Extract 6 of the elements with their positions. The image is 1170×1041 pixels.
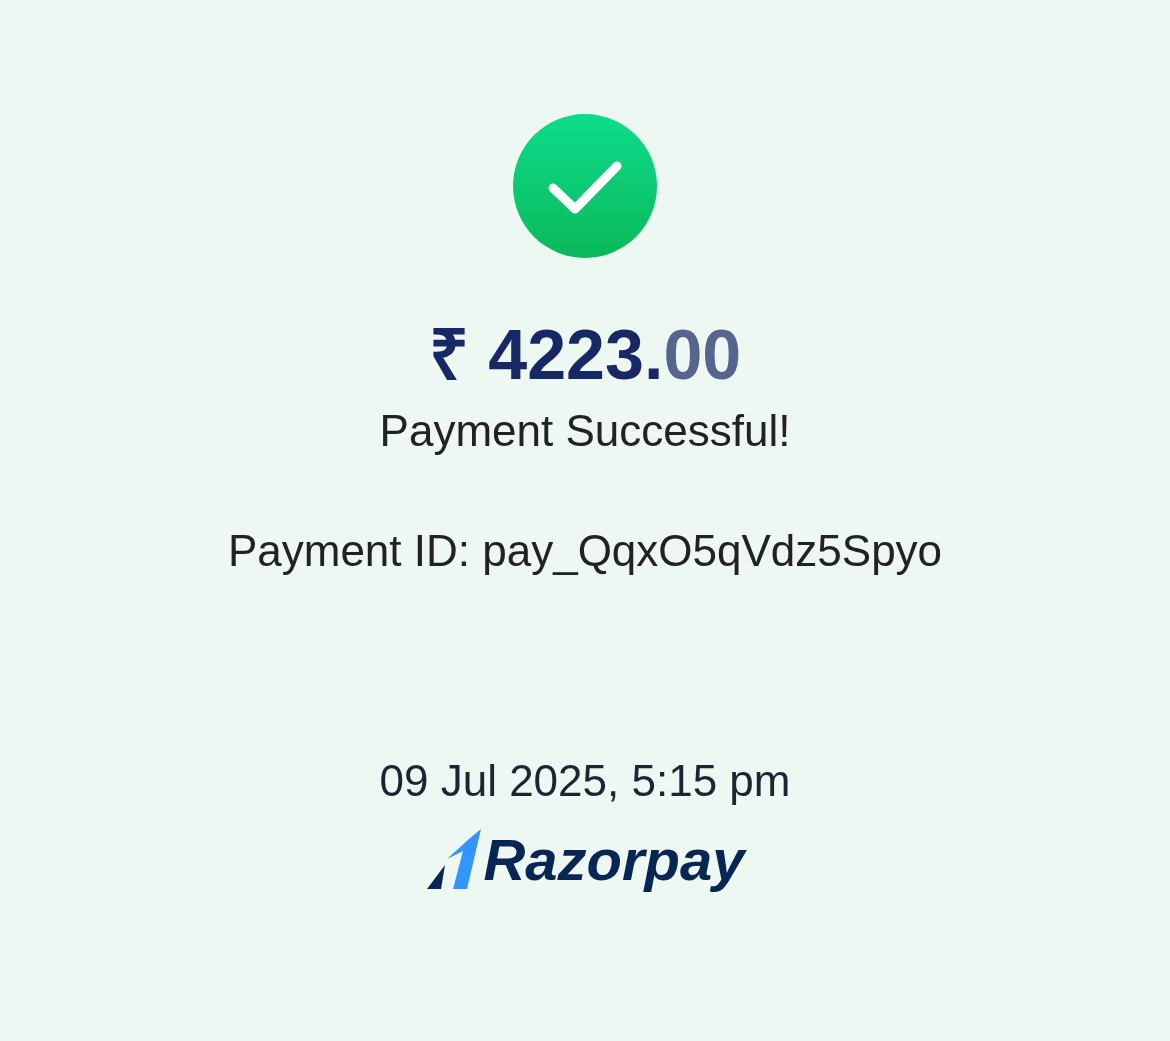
brand-name: Razorpay [483,829,745,891]
status-message: Payment Successful! [379,405,791,457]
logo-icon [425,829,482,891]
payment-timestamp: 09 Jul 2025, 5:15 pm [379,755,791,807]
payment-amount: ₹ 4223.00 [428,315,742,396]
payment-id: Payment ID: pay_QqxO5qVdz5Spyo [227,525,943,577]
